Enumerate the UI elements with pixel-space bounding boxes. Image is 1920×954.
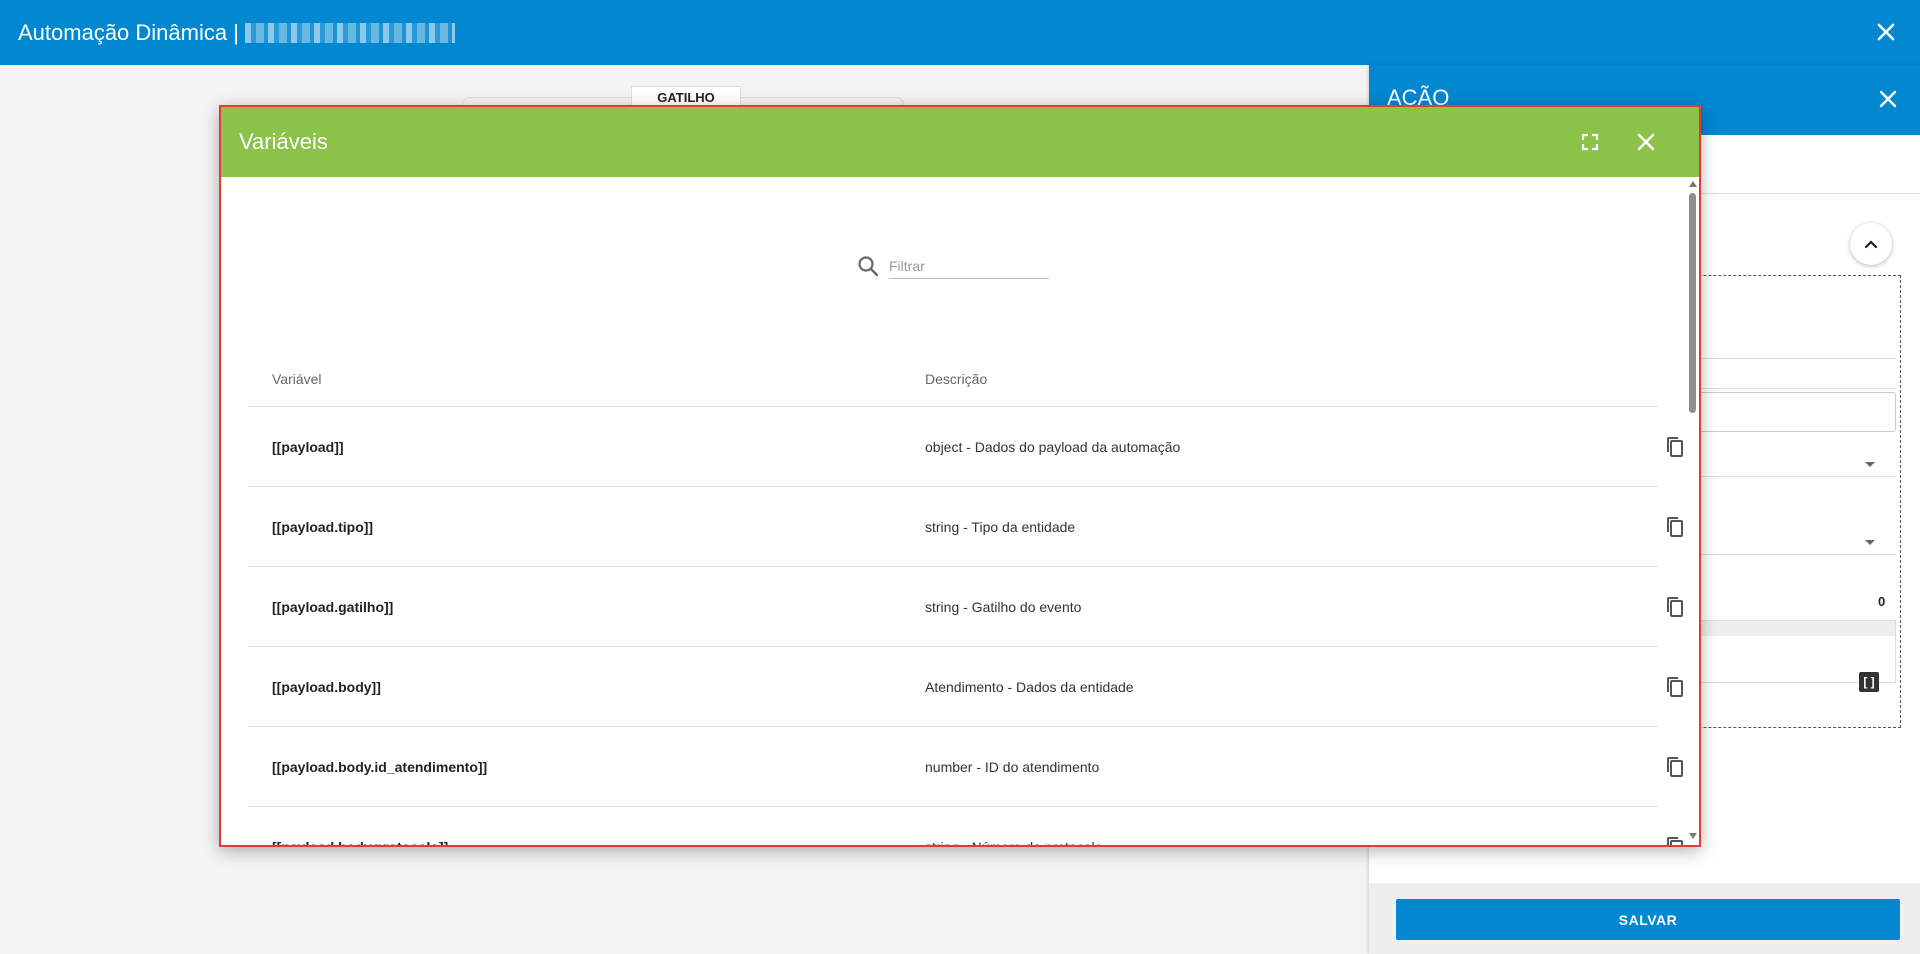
scroll-down-arrow-icon[interactable] (1689, 833, 1697, 839)
app-close-button[interactable] (1870, 16, 1902, 48)
variable-name: [[payload.tipo]] (272, 519, 374, 535)
table-header: Variável Descrição (248, 351, 1658, 407)
variable-description: string - Gatilho do evento (925, 599, 1082, 615)
variable-name: [[payload.body.protocolo]] (272, 839, 449, 847)
copy-button[interactable] (1662, 435, 1686, 459)
variable-name: [[payload.body]] (272, 679, 381, 695)
redacted-automation-id (244, 22, 455, 43)
variable-description: string - Número do protocolo (925, 839, 1103, 847)
app-header: Automação Dinâmica | (0, 0, 1920, 65)
copy-icon (1667, 437, 1683, 457)
save-button[interactable]: SALVAR (1396, 899, 1900, 940)
copy-icon (1667, 677, 1683, 697)
scroll-up-arrow-icon[interactable] (1689, 181, 1697, 187)
brackets-variables-button[interactable]: [ ] (1859, 672, 1879, 692)
scrollbar-thumb[interactable] (1689, 193, 1696, 413)
counter-value: 0 (1878, 594, 1886, 609)
variable-description: object - Dados do payload da automação (925, 439, 1181, 455)
filter-input[interactable] (889, 253, 1049, 279)
variable-description: number - ID do atendimento (925, 759, 1100, 775)
copy-icon (1667, 597, 1683, 617)
dropdown-caret-icon[interactable] (1865, 540, 1875, 545)
column-header-description: Descrição (925, 371, 988, 387)
variables-dialog: Variáveis Variável Descrição [[payload]]… (219, 105, 1701, 847)
variable-name: [[payload.body.id_atendimento]] (272, 759, 488, 775)
copy-button[interactable] (1662, 835, 1686, 845)
copy-button[interactable] (1662, 515, 1686, 539)
fullscreen-button[interactable] (1577, 129, 1603, 155)
column-header-variable: Variável (272, 371, 322, 387)
variable-name: [[payload.gatilho]] (272, 599, 394, 615)
filter-bar (857, 253, 1049, 279)
action-panel-close-button[interactable] (1874, 85, 1902, 113)
copy-button[interactable] (1662, 675, 1686, 699)
chevron-up-icon (1864, 240, 1878, 249)
variables-dialog-header: Variáveis (221, 107, 1699, 177)
table-row: [[payload]] object - Dados do payload da… (248, 407, 1683, 487)
table-row: [[payload.body.protocolo]] string - Núme… (248, 807, 1683, 847)
variable-description: Atendimento - Dados da entidade (925, 679, 1134, 695)
variables-dialog-title: Variáveis (239, 129, 328, 154)
collapse-button[interactable] (1850, 223, 1892, 265)
search-icon (858, 256, 879, 277)
close-icon (1637, 133, 1655, 151)
table-row: [[payload.tipo]] string - Tipo da entida… (248, 487, 1683, 567)
variables-table: Variável Descrição [[payload]] object - … (248, 351, 1683, 847)
close-icon (1879, 90, 1897, 108)
copy-icon (1667, 757, 1683, 777)
variables-dialog-close-button[interactable] (1631, 127, 1661, 157)
table-row: [[payload.body.id_atendimento]] number -… (248, 727, 1683, 807)
table-row: [[payload.gatilho]] string - Gatilho do … (248, 567, 1683, 647)
copy-icon (1667, 517, 1683, 537)
variable-name: [[payload]] (272, 439, 344, 455)
copy-button[interactable] (1662, 755, 1686, 779)
copy-icon (1667, 837, 1683, 845)
copy-button[interactable] (1662, 595, 1686, 619)
fullscreen-icon (1581, 133, 1599, 151)
dropdown-caret-icon[interactable] (1865, 462, 1875, 467)
app-title: Automação Dinâmica | (18, 19, 239, 45)
close-icon (1877, 23, 1895, 41)
variable-description: string - Tipo da entidade (925, 519, 1076, 535)
table-row: [[payload.body]] Atendimento - Dados da … (248, 647, 1683, 727)
